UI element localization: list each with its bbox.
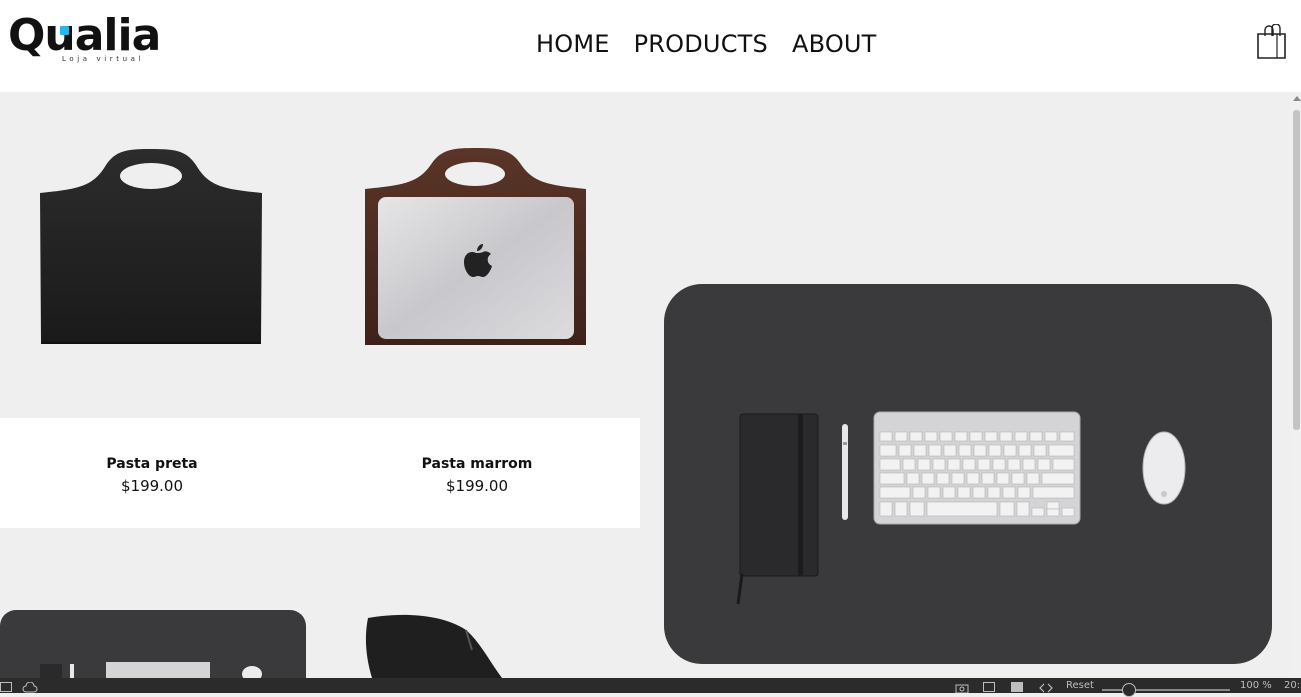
scrollbar-thumb[interactable] xyxy=(1293,110,1300,430)
product-image-black-pouch[interactable] xyxy=(362,612,512,678)
brand-logo[interactable]: Qualia Loja virtual xyxy=(8,10,163,68)
product-image-pasta-preta[interactable] xyxy=(38,145,264,347)
product-image-desk-mat-small[interactable] xyxy=(0,608,306,678)
camera-icon[interactable] xyxy=(955,682,969,693)
featured-image-desk-mat[interactable] xyxy=(662,282,1274,666)
main-nav: HOME PRODUCTS ABOUT xyxy=(536,30,877,58)
zoom-reset-label[interactable]: Reset xyxy=(1066,680,1094,691)
code-icon[interactable] xyxy=(1039,682,1053,693)
site-header: Qualia Loja virtual HOME PRODUCTS ABOUT xyxy=(0,0,1301,92)
cloud-icon[interactable] xyxy=(22,682,38,693)
logo-accent-mark xyxy=(60,26,69,35)
product-name[interactable]: Pasta marrom xyxy=(377,456,577,472)
product-price: $199.00 xyxy=(445,477,509,495)
product-image-pasta-marrom[interactable] xyxy=(364,145,588,347)
panel-icon[interactable] xyxy=(0,682,12,692)
product-name[interactable]: Pasta preta xyxy=(52,456,252,472)
shopping-bag-icon[interactable] xyxy=(1255,24,1289,60)
zoom-level: 100 % xyxy=(1240,680,1272,691)
clock: 20: xyxy=(1284,680,1301,691)
nav-about[interactable]: ABOUT xyxy=(792,30,877,58)
product-info-band xyxy=(0,418,640,528)
screen-icon[interactable] xyxy=(983,682,995,692)
brand-tagline: Loja virtual xyxy=(62,55,145,63)
product-price: $199.00 xyxy=(120,477,184,495)
image-icon[interactable] xyxy=(1011,682,1023,692)
scroll-up-arrow-icon[interactable] xyxy=(1293,96,1301,101)
nav-home[interactable]: HOME xyxy=(536,30,610,58)
nav-products[interactable]: PRODUCTS xyxy=(634,30,768,58)
zoom-slider-handle[interactable] xyxy=(1122,683,1136,697)
